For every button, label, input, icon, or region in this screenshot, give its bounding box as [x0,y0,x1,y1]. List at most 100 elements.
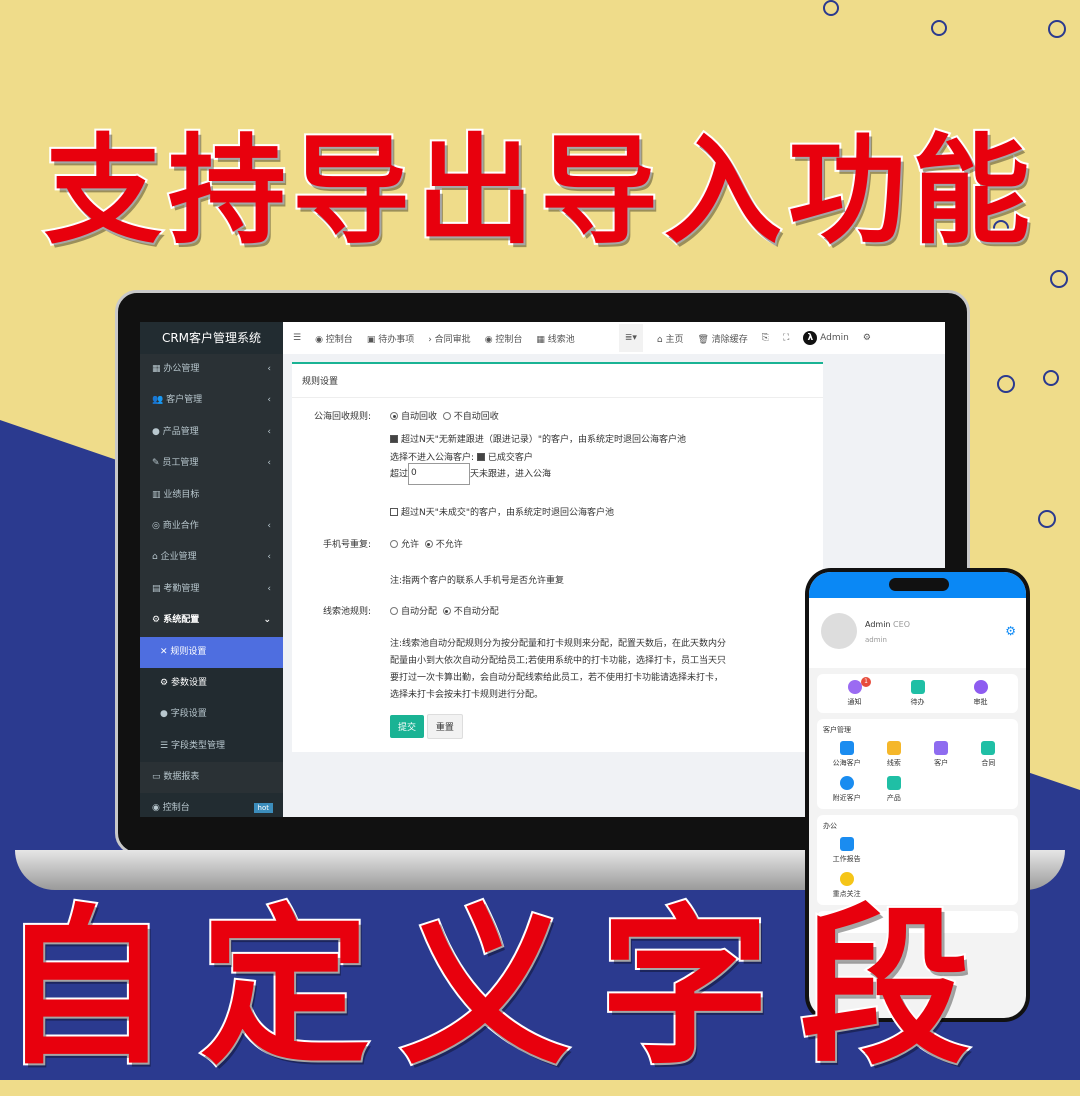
brand-title: CRM客户管理系统 [140,322,283,354]
public-customers[interactable]: 公海客户 [823,741,870,768]
radio-allow[interactable]: 允许 [390,540,419,550]
translate-icon[interactable]: ⎘ [762,333,769,343]
customers[interactable]: 客户 [918,741,965,768]
fullscreen-icon[interactable]: ⛶ [783,333,789,343]
tab-contract-approval[interactable]: › 合同审批 [428,332,470,345]
sidebar-item-enterprise[interactable]: ⌂ 企业管理 ‹ [140,542,283,573]
sidebar-item-reports[interactable]: ▭ 数据报表 [140,762,283,793]
product-icon [886,776,901,790]
sidebar-item-label: 办公管理 [163,364,200,374]
settings-icon[interactable]: ⚙ [863,333,871,343]
sidebar-item-products[interactable]: ● 产品管理 ‹ [140,417,283,448]
sidebar-item-office[interactable]: ▦ 办公管理 ‹ [140,354,283,385]
section-title: 办公 [823,822,837,830]
settings-icon[interactable]: ⚙ [1005,624,1016,638]
sidebar-item-rules[interactable]: ✕ 规则设置 [140,636,283,668]
checkbox-no-followup[interactable]: 超过N天"无新建跟进（跟进记录）"的客户，由系统定时退回公海客户池 [390,432,686,445]
hot-badge: hot [253,803,273,814]
avatar: λ [803,331,818,345]
contracts[interactable]: 合同 [965,741,1012,768]
decor-circle [1038,510,1056,528]
reset-button[interactable]: 重置 [426,714,463,739]
clear-cache-button[interactable]: 🗑 清除缓存 [697,332,747,345]
dynamic-island [889,578,949,591]
chevron-left-icon: ‹ [267,458,271,469]
nearby-customers[interactable]: 附近客户 [823,776,870,803]
medal-icon [839,776,854,790]
message-icon [847,680,862,694]
sidebar-item-params[interactable]: ⚙ 参数设置 [140,667,283,700]
products[interactable]: 产品 [870,776,917,803]
sidebar-item-customers[interactable]: 👥 客户管理 ‹ [140,385,283,416]
phone-dup-label: 手机号重复: [322,540,371,550]
radio-disallow[interactable]: 不允许 [424,540,463,550]
menu-toggle-icon[interactable]: ☰ [293,333,301,343]
card-title: 规则设置 [292,364,823,398]
pool-rule-label: 公海回收规则: [313,412,371,422]
section-title: 客户管理 [823,726,851,734]
sidebar: CRM客户管理系统 ▦ 办公管理 ‹ 👥 客户管理 ‹ ● 产品管理 ‹ ✎ 员工管理… [140,322,283,817]
approval-button[interactable]: 审批 [949,680,1012,707]
sidebar-item-targets[interactable]: ▥ 业绩目标 [140,480,283,511]
sidebar-item-business[interactable]: ◎ 商业合作 ‹ [140,511,283,542]
chevron-left-icon: ‹ [267,364,271,374]
tab-dashboard-2[interactable]: ◉ 控制台 [485,332,523,345]
user-menu[interactable]: λ Admin [803,331,849,345]
user-role: CEO [893,620,910,629]
submit-button[interactable]: 提交 [390,715,425,738]
sidebar-item-label: 客户管理 [166,395,203,406]
monitor-icon [839,837,854,851]
lightning-icon [886,741,901,755]
sidebar-item-label: 数据报表 [163,772,200,783]
sidebar-item-label: 控制台 [162,803,190,814]
chevron-down-icon: ⌄ [263,615,271,626]
checkbox-not-closed[interactable]: 超过N天"未成交"的客户，由系统定时退回公海客户池 [390,505,614,518]
radio-auto-assign[interactable]: 自动分配 [390,607,437,617]
customer-section: 客户管理 公海客户 线索 客户 合同 附近客户 产品 [817,719,1018,809]
checkbox-closed-customers[interactable]: 已成交客户 [476,453,533,463]
sidebar-item-system[interactable]: ⚙ 系统配置 ⌄ [140,605,283,636]
sidebar-item-label: 系统配置 [163,615,200,626]
radio-no-auto-assign[interactable]: 不自动分配 [442,607,499,617]
rules-form-card: 规则设置 公海回收规则: 自动回收 不自动回收 超过N天"无新建跟进（跟进记录）… [292,362,823,752]
todo-button[interactable]: 待办 [886,680,949,707]
approval-icon [973,680,988,694]
sidebar-item-fields[interactable]: ● 字段设置 [140,699,283,731]
sidebar-item-label: 员工管理 [162,458,199,469]
radio-auto-recycle[interactable]: 自动回收 [390,412,437,422]
notify-button[interactable]: 通知 1 [823,677,886,707]
chevron-left-icon: ‹ [267,395,271,406]
sidebar-item-dashboard[interactable]: ◉ 控制台 hot [140,793,283,817]
sidebar-item-label: 业绩目标 [163,489,200,500]
leads[interactable]: 线索 [870,741,917,768]
sidebar-item-label: 产品管理 [162,426,199,437]
radio-no-auto-recycle[interactable]: 不自动回收 [442,412,499,422]
days-prefix: 超过 [390,469,409,480]
avatar[interactable] [821,613,857,649]
chevron-left-icon: ‹ [267,520,271,531]
sidebar-item-label: 商业合作 [162,520,199,531]
phone-header [809,572,1026,598]
sidebar-item-field-types[interactable]: ☰ 字段类型管理 [140,730,283,763]
chevron-left-icon: ‹ [267,552,271,563]
tabs-dropdown-icon[interactable]: ≣▾ [618,324,643,352]
sidebar-item-attendance[interactable]: ▤ 考勤管理 ‹ [140,574,283,605]
days-input[interactable]: 0 [408,463,471,485]
days-suffix: 天未跟进，进入公海 [470,469,552,480]
tab-leads-pool[interactable]: ▦ 线索池 [536,332,574,345]
user-icon [839,741,854,755]
sidebar-item-label: 字段类型管理 [170,740,225,751]
home-link[interactable]: ⌂ 主页 [657,332,684,345]
contract-icon [981,741,996,755]
headline-bottom: 自定义字段 [0,886,1000,1090]
user-name: Admin [865,620,891,629]
headline-top: 支持导出导入功能 [42,119,1036,262]
tab-dashboard[interactable]: ◉ 控制台 [315,332,353,345]
lead-rule-label: 线索池规则: [322,607,371,617]
sidebar-item-staff[interactable]: ✎ 员工管理 ‹ [140,448,283,479]
lead-note: 注:线索池自动分配规则分为按分配量和打卡规则来分配，配置天数后，在此天数内分配量… [390,639,727,700]
decor-circle [931,20,947,36]
decor-circle [1043,370,1059,386]
tab-todo[interactable]: ▣ 待办事项 [367,332,414,345]
sidebar-item-label: 考勤管理 [163,583,200,594]
